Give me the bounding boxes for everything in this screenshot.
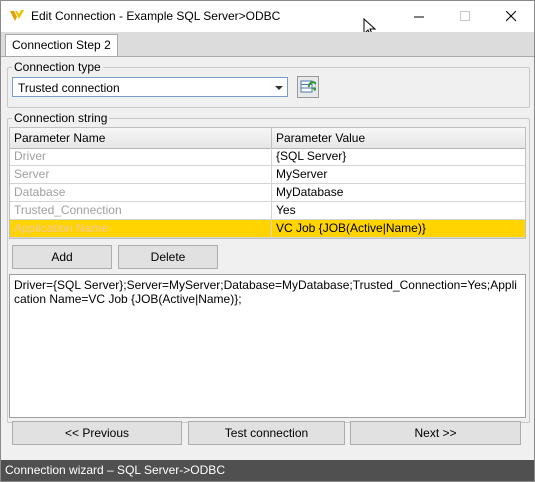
refresh-button[interactable] <box>297 76 319 98</box>
minimize-button[interactable] <box>396 1 442 32</box>
test-connection-button[interactable]: Test connection <box>188 421 345 445</box>
connection-string-legend: Connection string <box>14 111 108 125</box>
connection-type-legend: Connection type <box>14 60 101 74</box>
parameter-name-cell: Driver <box>10 148 272 165</box>
maximize-icon <box>459 11 470 21</box>
app-logo-icon <box>9 9 25 23</box>
connection-type-select[interactable]: Trusted connection <box>12 77 288 97</box>
parameter-name-cell: Database <box>10 184 272 201</box>
close-button[interactable] <box>488 1 534 32</box>
table-row[interactable]: Driver {SQL Server} <box>10 148 525 166</box>
previous-button[interactable]: << Previous <box>12 421 182 445</box>
table-row[interactable]: Database MyDatabase <box>10 184 525 202</box>
maximize-button[interactable] <box>442 1 488 32</box>
delete-button[interactable]: Delete <box>118 245 218 269</box>
parameter-name-cell: Trusted_Connection <box>10 202 272 219</box>
parameter-value-cell[interactable]: MyDatabase <box>272 184 525 201</box>
tab-connection-step-2[interactable]: Connection Step 2 <box>5 34 118 56</box>
parameter-value-cell[interactable]: {SQL Server} <box>272 148 525 165</box>
status-bar: Connection wizard – SQL Server->ODBC <box>1 460 534 481</box>
column-header-parameter-value[interactable]: Parameter Value <box>272 128 525 148</box>
edit-connection-window: Edit Connection - Example SQL Server>ODB… <box>0 0 535 482</box>
parameter-name-cell: Server <box>10 166 272 183</box>
window-title: Edit Connection - Example SQL Server>ODB… <box>31 9 281 23</box>
next-button[interactable]: Next >> <box>350 421 521 445</box>
refresh-table-icon <box>300 80 316 93</box>
title-bar[interactable]: Edit Connection - Example SQL Server>ODB… <box>1 1 534 38</box>
table-row-selected[interactable]: Application Name VC Job {JOB(Active|Name… <box>10 220 525 238</box>
table-row[interactable]: Trusted_Connection Yes <box>10 202 525 220</box>
tab-bar: Connection Step 2 <box>1 32 534 57</box>
parameter-grid: Parameter Name Parameter Value Driver {S… <box>9 127 526 239</box>
parameter-value-cell[interactable]: MyServer <box>272 166 525 183</box>
connection-type-value: Trusted connection <box>18 81 120 95</box>
grid-header: Parameter Name Parameter Value <box>10 128 525 149</box>
parameter-value-cell[interactable]: Yes <box>272 202 525 219</box>
parameter-value-cell[interactable]: VC Job {JOB(Active|Name)} <box>272 220 525 237</box>
connection-string-textarea[interactable]: Driver={SQL Server};Server=MyServer;Data… <box>9 274 526 418</box>
table-row[interactable]: Server MyServer <box>10 166 525 184</box>
column-header-parameter-name[interactable]: Parameter Name <box>10 128 272 148</box>
add-button[interactable]: Add <box>12 245 112 269</box>
parameter-name-cell: Application Name <box>10 220 272 237</box>
minimize-icon <box>413 16 424 18</box>
close-icon <box>505 11 516 22</box>
chevron-down-icon <box>275 86 283 90</box>
